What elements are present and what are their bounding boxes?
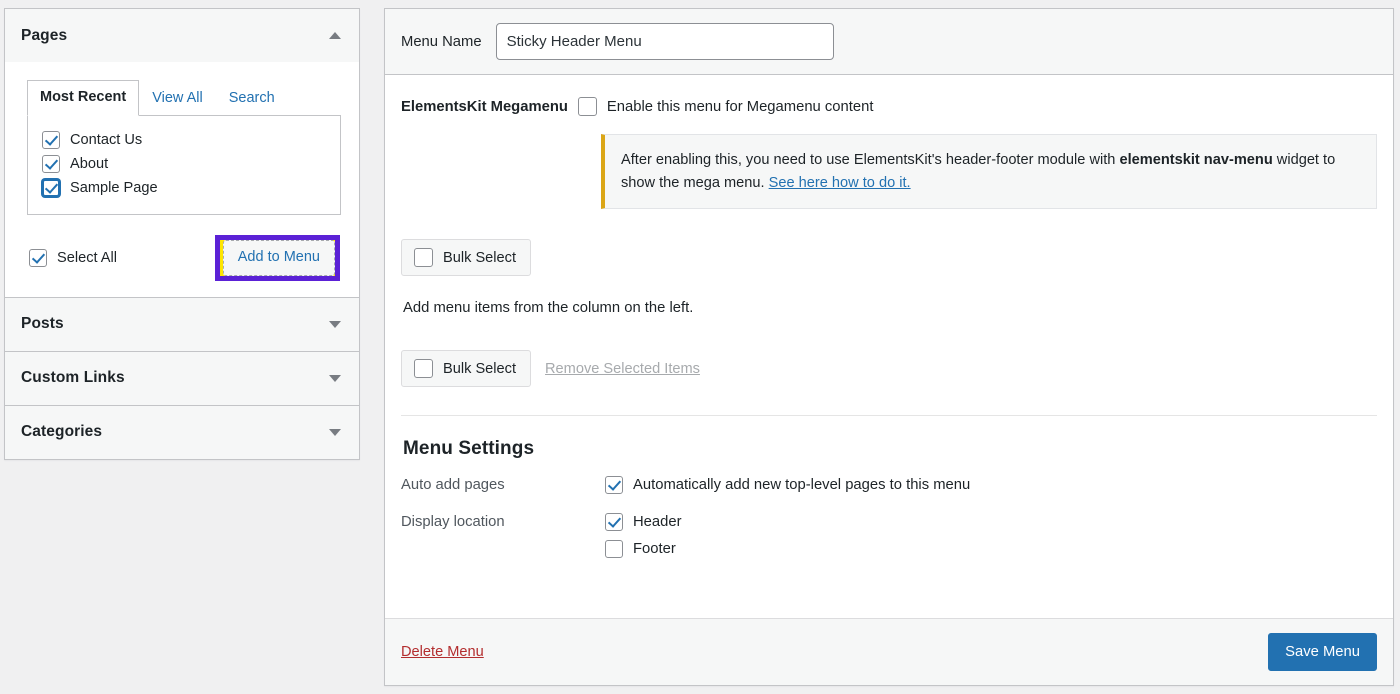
select-all-label: Select All xyxy=(57,250,117,266)
option-footer[interactable]: Footer xyxy=(605,540,1377,558)
checkbox-contact-us[interactable] xyxy=(42,131,60,149)
accordion-section-categories: Categories xyxy=(5,405,359,459)
bulk-select-bottom-row: Bulk Select Remove Selected Items xyxy=(401,350,1377,387)
add-to-menu-button[interactable]: Add to Menu xyxy=(223,240,335,275)
enable-megamenu-text: Enable this menu for Megamenu content xyxy=(607,99,874,115)
elementskit-megamenu-label: ElementsKit Megamenu xyxy=(401,99,568,115)
chevron-up-icon[interactable] xyxy=(329,32,341,39)
add-menu-items-column: Pages Most Recent View All Search Contac… xyxy=(4,8,360,460)
option-footer-label: Footer xyxy=(633,541,676,557)
option-auto-add-label: Automatically add new top-level pages to… xyxy=(633,477,970,493)
accordion-header-pages[interactable]: Pages xyxy=(5,9,359,62)
list-item-label: About xyxy=(70,156,108,172)
accordion-body-pages: Most Recent View All Search Contact Us A… xyxy=(5,62,359,297)
chevron-down-icon[interactable] xyxy=(329,429,341,436)
menu-name-bar: Menu Name xyxy=(385,9,1393,75)
select-all-row: Select All Add to Menu xyxy=(21,235,343,281)
add-to-menu-highlight: Add to Menu xyxy=(215,235,340,280)
bulk-select-top-button[interactable]: Bulk Select xyxy=(401,239,531,276)
setting-label-auto-add-pages: Auto add pages xyxy=(401,476,605,493)
accordion-title-custom-links: Custom Links xyxy=(21,369,125,387)
tab-search[interactable]: Search xyxy=(216,81,288,116)
menu-settings-heading: Menu Settings xyxy=(403,438,1377,460)
megamenu-notice: After enabling this, you need to use Ele… xyxy=(601,134,1377,209)
pages-tablist: Most Recent View All Search xyxy=(27,80,343,116)
chevron-down-icon[interactable] xyxy=(329,321,341,328)
option-header[interactable]: Header xyxy=(605,513,1377,531)
list-item-label: Sample Page xyxy=(70,180,158,196)
bulk-select-top-row: Bulk Select xyxy=(401,239,1377,276)
elementskit-megamenu-row: ElementsKit Megamenu Enable this menu fo… xyxy=(401,91,1377,120)
pages-most-recent-panel: Contact Us About Sample Page xyxy=(27,115,341,215)
accordion-header-posts[interactable]: Posts xyxy=(5,298,359,351)
bulk-select-bottom-button[interactable]: Bulk Select xyxy=(401,350,531,387)
setting-options-display-location: Header Footer xyxy=(605,513,1377,567)
delete-menu-link[interactable]: Delete Menu xyxy=(401,644,484,660)
menu-structure-panel: Menu Name ElementsKit Megamenu Enable th… xyxy=(384,8,1394,686)
save-menu-button[interactable]: Save Menu xyxy=(1268,633,1377,671)
accordion-header-custom-links[interactable]: Custom Links xyxy=(5,352,359,405)
checkbox-sample-page[interactable] xyxy=(42,179,60,197)
accordion-title-categories: Categories xyxy=(21,423,102,441)
remove-selected-items-link[interactable]: Remove Selected Items xyxy=(545,361,700,377)
notice-help-link[interactable]: See here how to do it. xyxy=(769,175,911,191)
add-menu-items-accordion: Pages Most Recent View All Search Contac… xyxy=(4,8,360,460)
menu-editor-page: Pages Most Recent View All Search Contac… xyxy=(0,0,1400,694)
accordion-header-categories[interactable]: Categories xyxy=(5,406,359,459)
checkbox-enable-megamenu[interactable] xyxy=(578,97,597,116)
accordion-section-posts: Posts xyxy=(5,297,359,351)
list-item[interactable]: Contact Us xyxy=(42,128,326,152)
menu-name-label: Menu Name xyxy=(401,34,482,50)
accordion-title-posts: Posts xyxy=(21,315,64,333)
menu-name-input[interactable] xyxy=(496,23,834,60)
option-auto-add[interactable]: Automatically add new top-level pages to… xyxy=(605,476,1377,494)
bulk-select-top-label: Bulk Select xyxy=(443,250,516,266)
notice-bold-widget: elementskit nav-menu xyxy=(1119,152,1272,168)
checkbox-select-all[interactable] xyxy=(29,249,47,267)
tab-most-recent[interactable]: Most Recent xyxy=(27,80,139,116)
checkbox-auto-add-pages[interactable] xyxy=(605,476,623,494)
setting-row-display-location: Display location Header Footer xyxy=(401,513,1377,567)
list-item-label: Contact Us xyxy=(70,132,142,148)
checkbox-location-footer[interactable] xyxy=(605,540,623,558)
list-item[interactable]: Sample Page xyxy=(42,176,326,200)
accordion-section-custom-links: Custom Links xyxy=(5,351,359,405)
checkbox-bulk-select-top[interactable] xyxy=(414,248,433,267)
list-item[interactable]: About xyxy=(42,152,326,176)
bulk-select-bottom-label: Bulk Select xyxy=(443,361,516,377)
setting-row-auto-add-pages: Auto add pages Automatically add new top… xyxy=(401,476,1377,503)
checkbox-about[interactable] xyxy=(42,155,60,173)
chevron-down-icon[interactable] xyxy=(329,375,341,382)
notice-text-before: After enabling this, you need to use Ele… xyxy=(621,152,1119,168)
menu-actions-footer: Delete Menu Save Menu xyxy=(385,618,1393,685)
empty-menu-hint: Add menu items from the column on the le… xyxy=(403,300,1377,316)
accordion-section-pages: Pages Most Recent View All Search Contac… xyxy=(5,9,359,297)
settings-divider xyxy=(401,415,1377,416)
option-header-label: Header xyxy=(633,514,682,530)
setting-label-display-location: Display location xyxy=(401,513,605,530)
checkbox-location-header[interactable] xyxy=(605,513,623,531)
menu-structure-body: ElementsKit Megamenu Enable this menu fo… xyxy=(385,75,1393,604)
select-all-group[interactable]: Select All xyxy=(29,249,117,267)
setting-options-auto-add-pages: Automatically add new top-level pages to… xyxy=(605,476,1377,503)
accordion-title-pages: Pages xyxy=(21,27,67,45)
tab-view-all[interactable]: View All xyxy=(139,81,216,116)
checkbox-bulk-select-bottom[interactable] xyxy=(414,359,433,378)
